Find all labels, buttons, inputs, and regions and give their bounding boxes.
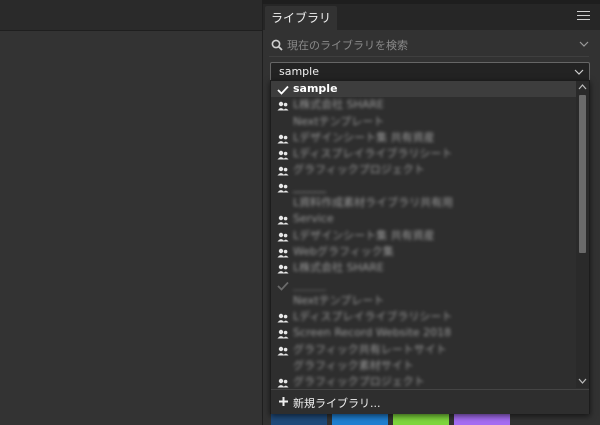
shared-users-icon [277, 328, 289, 339]
library-option-label: L株式会社 SHARE [293, 261, 384, 275]
library-option-label: sample [293, 82, 338, 95]
library-dropdown-menu: sample L株式会社 SHARE Nextテンプレート Lデザインシート集 共有資… [270, 80, 590, 414]
shared-users-icon [277, 214, 289, 225]
checkmark-icon [277, 280, 289, 291]
library-option[interactable]: Lデザインシート集 共有資産 [271, 130, 576, 146]
chevron-down-icon[interactable] [579, 40, 589, 48]
library-option-label: Screen Record Website 2018 [293, 326, 452, 340]
shared-users-icon [277, 247, 289, 258]
library-option-label: Nextテンプレート [293, 293, 385, 307]
shared-users-icon [277, 263, 289, 274]
checkmark-icon [277, 84, 289, 95]
dropdown-scrollbar[interactable] [576, 81, 589, 388]
library-option[interactable]: ______ [271, 179, 576, 195]
library-option-selected[interactable]: sample [271, 81, 576, 98]
library-option-label: Lデザインシート集 共有資産 [293, 228, 435, 242]
library-option-label: Webグラフィック集 [293, 244, 394, 258]
shared-users-icon [277, 377, 289, 388]
library-option[interactable]: グラフィックプロジェクト [271, 374, 576, 388]
library-option[interactable]: L資料作成素材ライブラリ共有用 [271, 195, 576, 211]
shared-users-icon [277, 165, 289, 176]
library-option[interactable]: ______ [271, 277, 576, 293]
library-option-label: L資料作成素材ライブラリ共有用 [293, 196, 454, 210]
shared-users-icon [277, 182, 289, 193]
shared-users-icon [277, 312, 289, 323]
plus-icon [279, 397, 288, 406]
library-option-label: Nextテンプレート [293, 114, 385, 128]
library-option-label: L株式会社 SHARE [293, 98, 384, 112]
library-dropdown-list: sample L株式会社 SHARE Nextテンプレート Lデザインシート集 共有資… [271, 81, 576, 388]
scrollbar-thumb[interactable] [579, 95, 586, 253]
new-library-item[interactable]: 新規ライブラリ... [271, 389, 589, 414]
library-option[interactable]: Lディスプレイライブラリシート [271, 309, 576, 325]
library-option[interactable]: Nextテンプレート [271, 114, 576, 130]
canvas-toolbar-strip [0, 0, 262, 31]
shared-users-icon [277, 100, 289, 111]
shared-users-icon [277, 345, 289, 356]
library-option-label: Lディスプレイライブラリシート [293, 310, 453, 324]
chevron-down-icon [574, 69, 584, 75]
library-option-label: グラフィックプロジェクト [293, 163, 425, 177]
chevron-up-icon[interactable] [578, 83, 587, 91]
library-search[interactable]: 現在のライブラリを検索 [269, 36, 589, 54]
tab-libraries[interactable]: ライブラリ [265, 6, 338, 30]
library-option[interactable]: Webグラフィック集 [271, 244, 576, 260]
panel-header: ライブラリ [263, 4, 600, 30]
library-option[interactable]: Lデザインシート集 共有資産 [271, 228, 576, 244]
new-library-label: 新規ライブラリ... [293, 397, 381, 410]
search-underline [269, 56, 589, 57]
shared-users-icon [277, 149, 289, 160]
search-input[interactable]: 現在のライブラリを検索 [287, 37, 408, 53]
hamburger-menu-icon[interactable] [577, 11, 590, 22]
library-option[interactable]: Screen Record Website 2018 [271, 325, 576, 341]
library-select-value: sample [279, 65, 319, 78]
library-option-label: Lデザインシート集 共有資産 [293, 130, 435, 144]
library-option-label: Lディスプレイライブラリシート [293, 147, 453, 161]
library-option-label: Service [293, 212, 334, 226]
library-option[interactable]: Lディスプレイライブラリシート [271, 146, 576, 162]
library-option[interactable]: Nextテンプレート [271, 293, 576, 309]
shared-users-icon [277, 231, 289, 242]
library-option-label: ______ [293, 179, 326, 193]
shared-users-icon [277, 133, 289, 144]
library-option[interactable]: L株式会社 SHARE [271, 97, 576, 113]
library-option-label: グラフィックプロジェクト [293, 375, 425, 388]
library-option[interactable]: L株式会社 SHARE [271, 260, 576, 276]
chevron-down-icon[interactable] [578, 377, 587, 385]
library-option[interactable]: Service [271, 211, 576, 227]
document-canvas-area [0, 0, 263, 425]
library-option[interactable]: グラフィック素材サイト [271, 358, 576, 374]
library-option-label: グラフィック共有レートサイト [293, 342, 447, 356]
library-select[interactable]: sample [270, 62, 590, 82]
library-option-label: グラフィック素材サイト [293, 359, 414, 373]
library-option[interactable]: グラフィック共有レートサイト [271, 342, 576, 358]
search-icon [271, 39, 283, 51]
library-option[interactable]: グラフィックプロジェクト [271, 162, 576, 178]
library-option-label: ______ [293, 277, 326, 291]
